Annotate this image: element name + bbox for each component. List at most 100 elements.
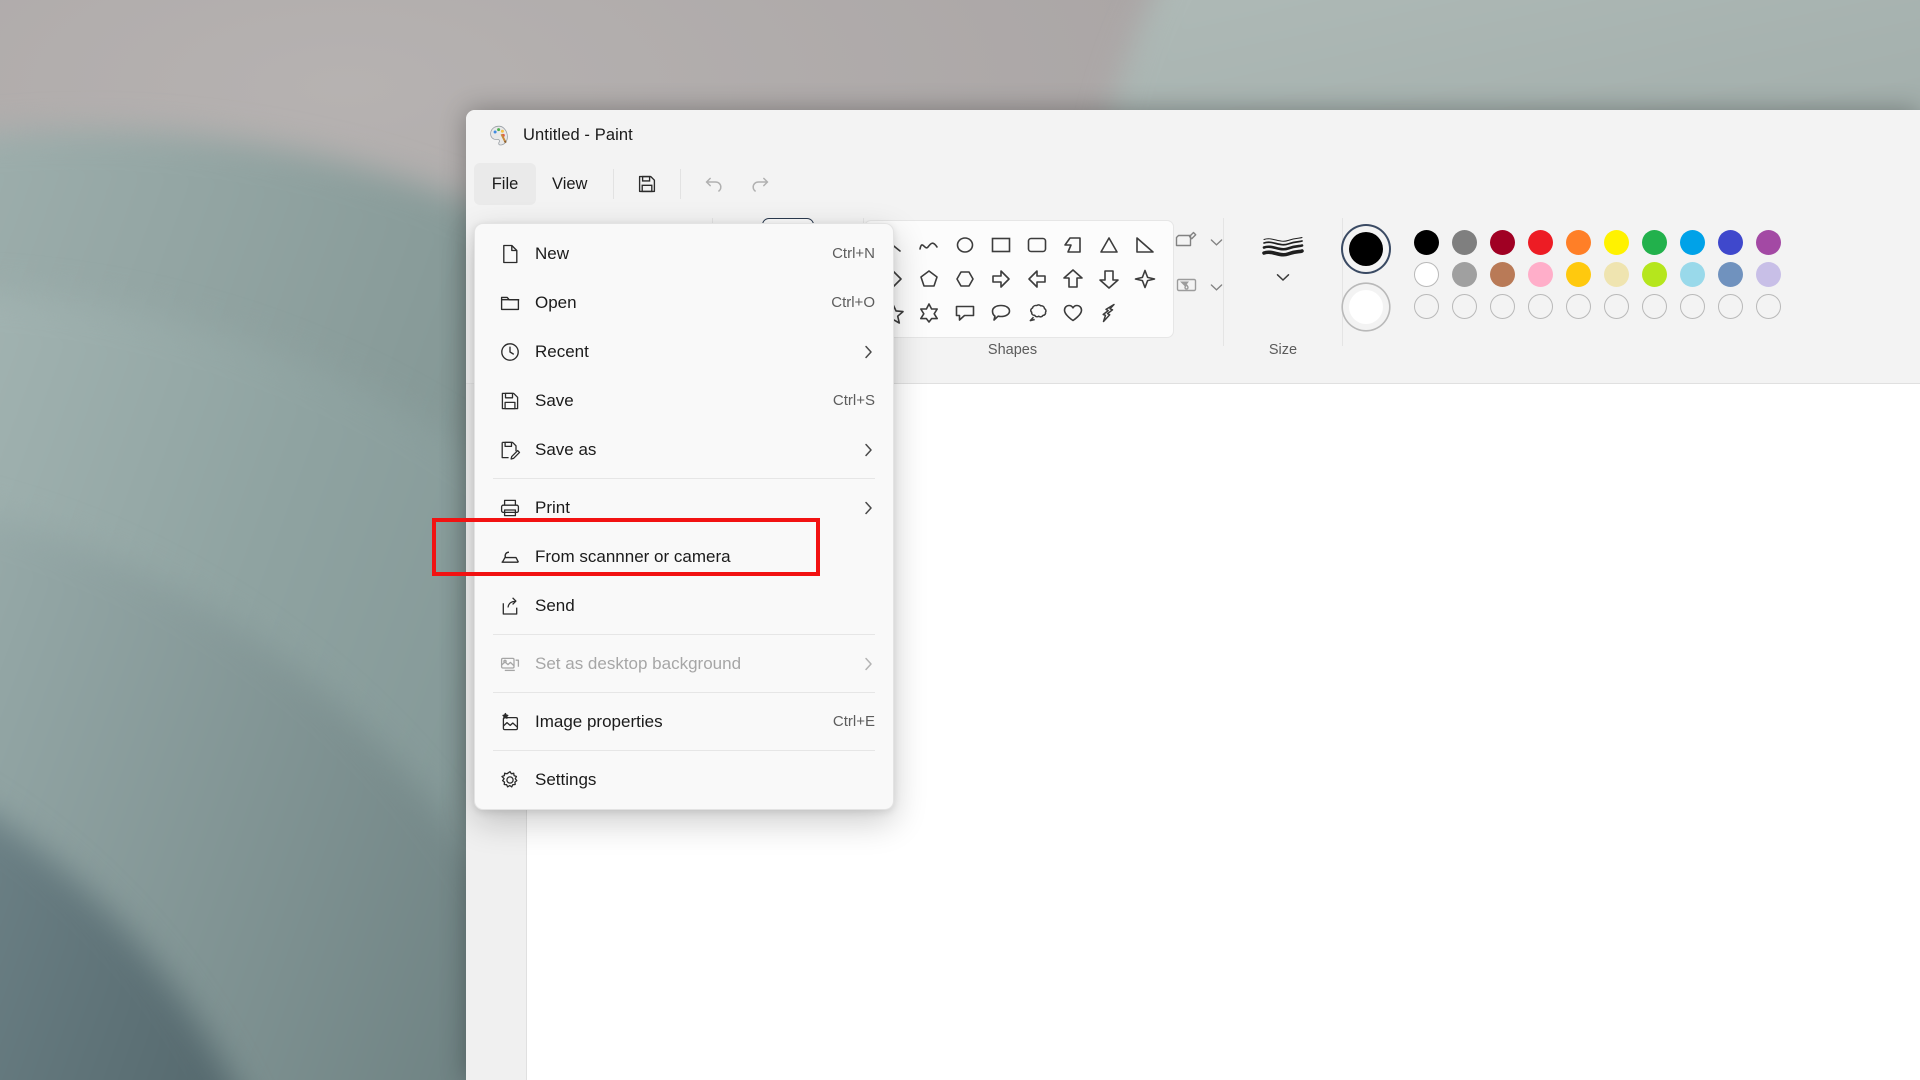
down-arrow-shape-icon[interactable] [1096,267,1122,291]
active-colors [1343,226,1389,330]
color-swatch-r2-c5[interactable] [1565,261,1591,287]
color-swatch-r2-c4[interactable] [1527,261,1553,287]
size-selector-button[interactable] [1251,220,1315,294]
primary-color-button[interactable] [1343,226,1389,272]
color-swatch-r1-c1[interactable] [1413,229,1439,255]
cloud-callout-shape-icon[interactable] [1024,301,1050,325]
color-swatch-grid[interactable] [1407,226,1787,322]
chevron-down-icon [1210,284,1223,291]
color-swatch-empty-7[interactable] [1641,293,1667,319]
rectangular-callout-shape-icon[interactable] [952,301,978,325]
menu-view[interactable]: View [536,163,603,205]
file-menu-item-label: Save as [535,439,597,459]
file-menu-item-label: Recent [535,341,589,361]
color-swatch-r1-c2[interactable] [1451,229,1477,255]
ribbon-group-size: Size [1224,208,1342,358]
color-swatch-empty-10[interactable] [1755,293,1781,319]
fill-dropdown-button[interactable] [1174,273,1223,302]
undo-button[interactable] [691,164,737,204]
undo-icon [702,172,726,196]
ribbon-group-label-shapes: Shapes [987,342,1038,358]
color-swatch-r1-c8[interactable] [1679,229,1705,255]
color-swatch-empty-6[interactable] [1603,293,1629,319]
file-menu-item-from-scannner-or-camera[interactable]: From scannner or camera [479,532,889,581]
up-arrow-shape-icon[interactable] [1060,267,1086,291]
ribbon-group-shapes: Shapes [864,208,1223,358]
color-swatch-r2-c8[interactable] [1679,261,1705,287]
oval-shape-icon[interactable] [952,233,978,257]
color-swatch-empty-9[interactable] [1717,293,1743,319]
color-swatch-r1-c4[interactable] [1527,229,1553,255]
file-menu-item-save[interactable]: Save Ctrl+S [479,376,889,425]
lightning-shape-icon[interactable] [1096,301,1122,325]
shape-options [1174,214,1223,302]
color-swatch-r2-c2[interactable] [1451,261,1477,287]
file-menu-item-new[interactable]: New Ctrl+N [479,229,889,278]
heart-shape-icon[interactable] [1060,301,1086,325]
menu-divider-2 [680,169,682,199]
color-swatch-r2-c10[interactable] [1755,261,1781,287]
title-bar: Untitled - Paint [466,110,1920,160]
color-swatch-r1-c6[interactable] [1603,229,1629,255]
file-menu-item-send[interactable]: Send [479,581,889,630]
color-swatch-r1-c7[interactable] [1641,229,1667,255]
file-menu-item-image-properties[interactable]: Image properties Ctrl+E [479,697,889,746]
ribbon-group-colors [1343,208,1920,358]
color-swatch-r1-c5[interactable] [1565,229,1591,255]
file-menu-item-label: Print [535,497,570,517]
file-menu-item-label: Image properties [535,711,663,731]
shapes-gallery[interactable] [864,220,1174,338]
secondary-color-button[interactable] [1343,284,1389,330]
rectangle-shape-icon[interactable] [988,233,1014,257]
color-swatch-empty-2[interactable] [1451,293,1477,319]
menu-file[interactable]: File [474,163,536,205]
triangle-shape-icon[interactable] [1096,233,1122,257]
menu-separator [493,750,875,751]
polygon-shape-icon[interactable] [1060,233,1086,257]
color-swatch-empty-5[interactable] [1565,293,1591,319]
color-swatch-r1-c9[interactable] [1717,229,1743,255]
color-swatch-empty-4[interactable] [1527,293,1553,319]
file-menu-item-label: From scannner or camera [535,546,731,566]
color-swatch-r1-c10[interactable] [1755,229,1781,255]
file-menu-item-print[interactable]: Print [479,483,889,532]
file-menu-item-recent[interactable]: Recent [479,327,889,376]
outline-dropdown-button[interactable] [1174,228,1223,257]
ribbon-group-label-size: Size [1268,342,1298,358]
save-button[interactable] [624,164,670,204]
left-arrow-shape-icon[interactable] [1024,267,1050,291]
color-swatch-empty-1[interactable] [1413,293,1439,319]
curve-shape-icon[interactable] [916,233,942,257]
color-swatch-r2-c1[interactable] [1413,261,1439,287]
right-triangle-shape-icon[interactable] [1132,233,1158,257]
chevron-right-icon [862,498,875,518]
file-menu-item-label: Save [535,390,574,410]
file-menu-item-label: New [535,243,570,263]
file-menu-item-open[interactable]: Open Ctrl+O [479,278,889,327]
color-swatch-r2-c3[interactable] [1489,261,1515,287]
rounded-rectangle-shape-icon[interactable] [1024,233,1050,257]
color-swatch-r2-c9[interactable] [1717,261,1743,287]
pentagon-shape-icon[interactable] [916,267,942,291]
right-arrow-shape-icon[interactable] [988,267,1014,291]
scanner-icon [499,546,529,568]
fill-icon [1174,273,1200,302]
color-swatch-r1-c3[interactable] [1489,229,1515,255]
redo-icon [748,172,772,196]
file-menu-item-settings[interactable]: Settings [479,755,889,804]
hexagon-shape-icon[interactable] [952,267,978,291]
rounded-callout-shape-icon[interactable] [988,301,1014,325]
color-swatch-empty-8[interactable] [1679,293,1705,319]
color-swatch-empty-3[interactable] [1489,293,1515,319]
color-swatch-r2-c7[interactable] [1641,261,1667,287]
desktop-background-icon [499,653,529,675]
secondary-color-swatch [1349,290,1383,324]
file-dropdown-menu: New Ctrl+N Open Ctrl+O Recent Save Ctrl+S Save … [474,223,894,810]
six-point-star-shape-icon[interactable] [916,301,942,325]
redo-button[interactable] [737,164,783,204]
file-menu-item-shortcut: Ctrl+O [831,294,875,311]
paint-palette-icon [488,124,510,146]
four-point-star-shape-icon[interactable] [1132,267,1158,291]
color-swatch-r2-c6[interactable] [1603,261,1629,287]
file-menu-item-save-as[interactable]: Save as [479,425,889,474]
